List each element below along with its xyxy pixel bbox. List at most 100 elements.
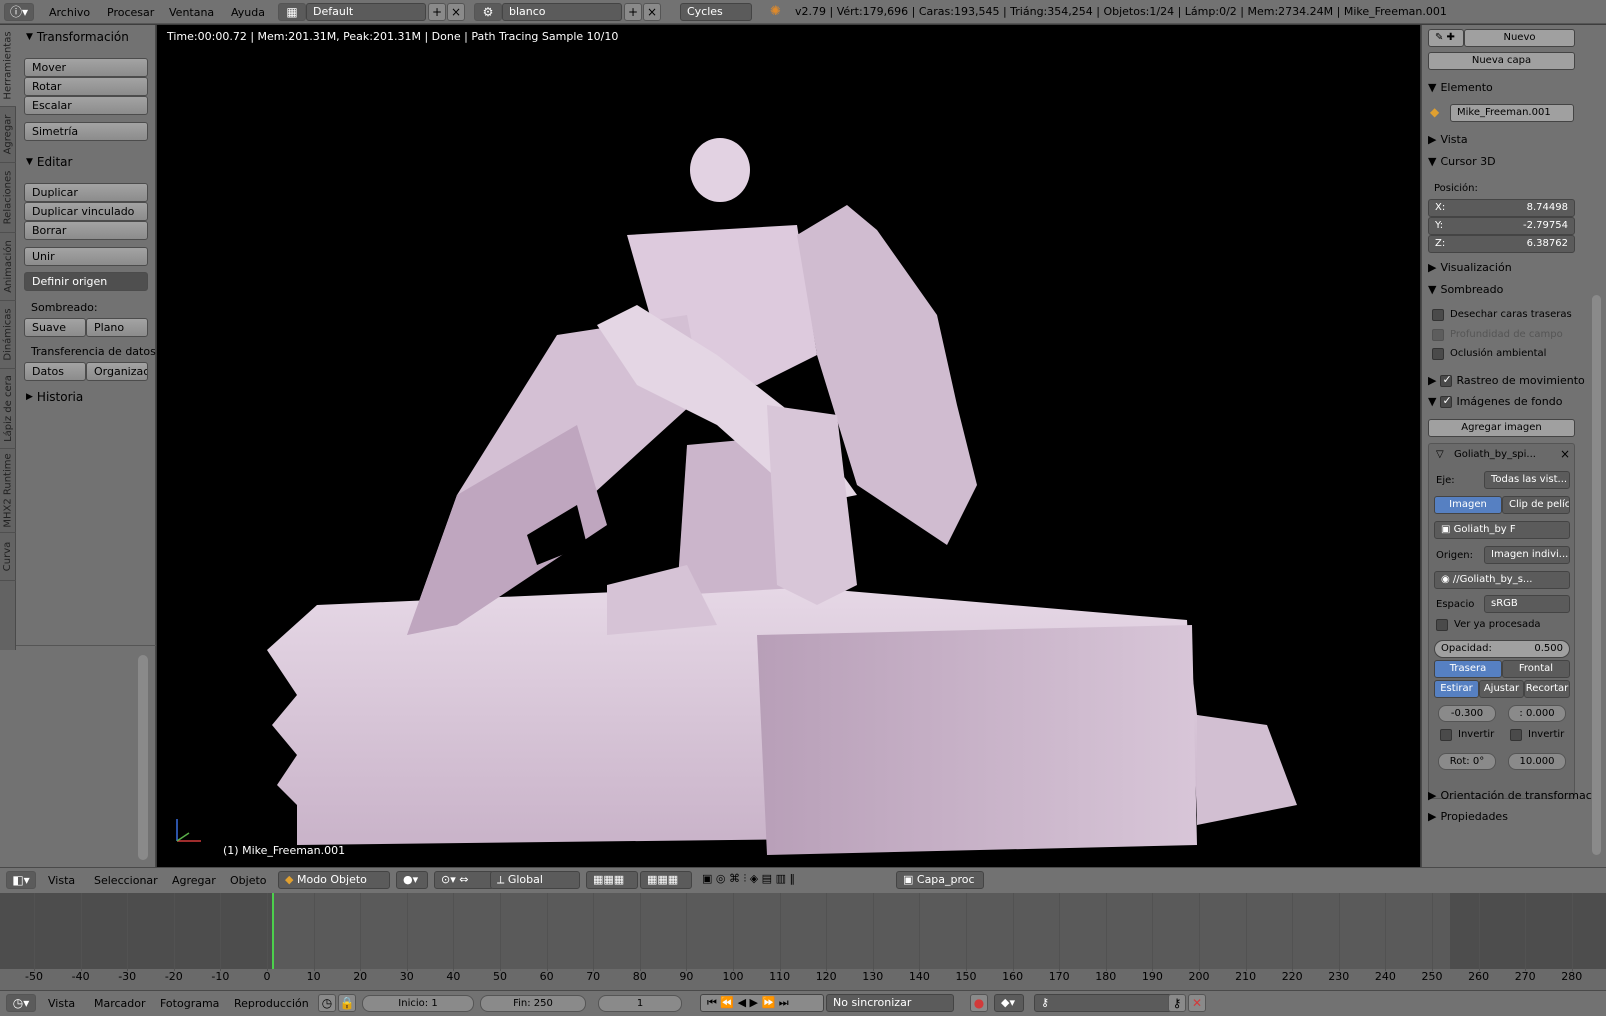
remove-layout-icon[interactable]: ×: [447, 3, 465, 21]
cursor-z-field[interactable]: Z: 6.38762: [1428, 235, 1575, 253]
tab-lapiz-de-cera[interactable]: Lápiz de cera: [0, 369, 16, 449]
borrar-button[interactable]: Borrar: [24, 221, 148, 240]
viewport-shading-dropdown[interactable]: ●▾: [396, 871, 428, 889]
offset-x-field[interactable]: -0.300: [1438, 705, 1496, 722]
panel-header-historia[interactable]: ▶ Historia: [26, 390, 83, 404]
toolshelf-scrollbar[interactable]: [138, 655, 148, 860]
suave-button[interactable]: Suave: [24, 318, 86, 337]
sync-dropdown[interactable]: No sincronizar: [826, 994, 954, 1012]
agregar-imagen-button[interactable]: Agregar imagen: [1428, 419, 1575, 437]
menu-fotograma[interactable]: Fotograma: [160, 997, 219, 1010]
panel-header-visualizacion[interactable]: ▶ Visualización: [1428, 261, 1586, 274]
fin-field[interactable]: Fin: 250: [480, 995, 586, 1012]
escalar-button[interactable]: Escalar: [24, 96, 148, 115]
espacio-dropdown[interactable]: sRGB: [1484, 595, 1570, 613]
3d-viewport[interactable]: Time:00:00.72 | Mem:201.31M, Peak:201.31…: [157, 25, 1420, 867]
panel-header-sombreado[interactable]: ▼ Sombreado: [1428, 283, 1586, 296]
menu-vista[interactable]: Vista: [48, 874, 75, 887]
organizar-button[interactable]: Organizaci: [86, 362, 148, 381]
snap-icons[interactable]: ▣ ◎ ⌘ ⫶ ◈ ▤ ▥ ‖: [696, 871, 902, 889]
current-frame-field[interactable]: 1: [598, 995, 682, 1012]
rotar-button[interactable]: Rotar: [24, 77, 148, 96]
duplicar-button[interactable]: Duplicar: [24, 183, 148, 202]
menu-agregar[interactable]: Agregar: [172, 874, 216, 887]
opacidad-slider[interactable]: Opacidad: 0.500: [1434, 640, 1570, 658]
panel-header-transformacion[interactable]: ▼ Transformación: [26, 30, 129, 44]
unir-button[interactable]: Unir: [24, 247, 148, 266]
menu-objeto[interactable]: Objeto: [230, 874, 267, 887]
close-icon[interactable]: ×: [1560, 447, 1570, 461]
cursor-y-field[interactable]: Y: -2.79754: [1428, 217, 1575, 235]
grease-pencil-icon[interactable]: ✎ ✚: [1428, 29, 1464, 47]
panel-header-propiedades[interactable]: ▶ Propiedades: [1428, 810, 1586, 823]
imagen-tab[interactable]: Imagen: [1434, 496, 1502, 514]
properties-scrollbar[interactable]: [1592, 295, 1601, 855]
panel-header-elemento[interactable]: ▼ Elemento: [1428, 81, 1586, 94]
estirar-button[interactable]: Estirar: [1434, 680, 1479, 698]
duplicar-vinculado-button[interactable]: Duplicar vinculado: [24, 202, 148, 221]
editor-type-info-icon[interactable]: ⓘ▾: [4, 3, 34, 21]
nueva-capa-button[interactable]: Nueva capa: [1428, 52, 1575, 70]
remove-scene-icon[interactable]: ×: [643, 3, 661, 21]
trasera-button[interactable]: Trasera: [1434, 660, 1502, 678]
invertir-y-checkbox[interactable]: [1510, 729, 1522, 741]
panel-header-cursor-3d[interactable]: ▼ Cursor 3D: [1428, 155, 1586, 168]
tab-herramientas[interactable]: Herramientas: [0, 25, 16, 107]
screen-layout-icon[interactable]: ▦: [278, 3, 306, 21]
clip-tab[interactable]: Clip de pelíc...: [1502, 496, 1570, 514]
panel-header-imagenes-fondo[interactable]: ▼Imágenes de fondo: [1428, 394, 1586, 409]
scene-dropdown[interactable]: blanco: [502, 3, 622, 21]
menu-tl-vista[interactable]: Vista: [48, 997, 75, 1010]
panel-header-editar[interactable]: ▼ Editar: [26, 155, 72, 169]
menu-procesar[interactable]: Procesar: [98, 6, 163, 19]
add-scene-icon[interactable]: +: [624, 3, 642, 21]
tab-dinamicas[interactable]: Dinámicas: [0, 301, 16, 369]
offset-y-field[interactable]: : 0.000: [1508, 705, 1566, 722]
insert-keyframe-icon[interactable]: ⚷: [1168, 994, 1186, 1012]
definir-origen-dropdown[interactable]: Definir origen: [24, 272, 148, 291]
pivot-dropdown[interactable]: ⊙▾ ⇔: [434, 871, 494, 889]
dof-checkbox[interactable]: [1432, 329, 1444, 341]
cursor-x-field[interactable]: X: 8.74498: [1428, 199, 1575, 217]
preview-range-icon[interactable]: ◷: [318, 994, 336, 1012]
menu-reproduccion[interactable]: Reproducción: [234, 997, 309, 1010]
nuevo-button[interactable]: Nuevo: [1464, 29, 1575, 47]
scene-icon[interactable]: ⚙: [474, 3, 502, 21]
panel-header-rastreo[interactable]: ▶Rastreo de movimiento: [1428, 373, 1586, 388]
image-datablock-field[interactable]: ▣ Goliath_by F: [1434, 521, 1570, 539]
tab-relaciones[interactable]: Relaciones: [0, 163, 16, 233]
record-icon[interactable]: ●: [970, 994, 988, 1012]
datos-button[interactable]: Datos: [24, 362, 86, 381]
expand-triangle-icon[interactable]: ▽: [1436, 449, 1444, 460]
tab-agregar[interactable]: Agregar: [0, 107, 16, 163]
invertir-x-checkbox[interactable]: [1440, 729, 1452, 741]
filepath-field[interactable]: ◉ //Goliath_by_s...: [1434, 571, 1570, 589]
screen-layout-dropdown[interactable]: Default: [306, 3, 426, 21]
current-frame-line[interactable]: [272, 893, 274, 971]
editor-type-timeline-icon[interactable]: ◷▾: [6, 994, 36, 1012]
menu-marcador[interactable]: Marcador: [94, 997, 146, 1010]
frontal-button[interactable]: Frontal: [1502, 660, 1570, 678]
object-name-field[interactable]: Mike_Freeman.001: [1450, 104, 1574, 122]
menu-archivo[interactable]: Archivo: [40, 6, 99, 19]
mode-dropdown[interactable]: ◆ Modo Objeto: [278, 871, 390, 889]
origen-dropdown[interactable]: Imagen indivi...: [1484, 546, 1570, 564]
orientation-dropdown[interactable]: ⟂ Global: [490, 871, 580, 889]
rotation-field[interactable]: Rot: 0°: [1438, 753, 1496, 770]
mover-button[interactable]: Mover: [24, 58, 148, 77]
tab-curva[interactable]: Curva: [0, 533, 16, 581]
layers-grid-1[interactable]: ▦▦▦: [586, 871, 638, 889]
lock-icon[interactable]: 🔒: [338, 994, 356, 1012]
menu-seleccionar[interactable]: Seleccionar: [94, 874, 158, 887]
ajustar-button[interactable]: Ajustar: [1479, 680, 1524, 698]
keying-set-field[interactable]: ⚷: [1034, 994, 1182, 1012]
ver-procesada-checkbox[interactable]: [1436, 619, 1448, 631]
bg-images-checkbox[interactable]: [1440, 394, 1453, 408]
keying-icon[interactable]: ◆▾: [994, 994, 1024, 1012]
eje-dropdown[interactable]: Todas las vist...: [1484, 471, 1570, 489]
menu-ayuda[interactable]: Ayuda: [222, 6, 274, 19]
inicio-field[interactable]: Inicio: 1: [362, 995, 474, 1012]
tab-animacion[interactable]: Animación: [0, 233, 16, 301]
size-field[interactable]: 10.000: [1508, 753, 1566, 770]
recortar-button[interactable]: Recortar: [1524, 680, 1570, 698]
